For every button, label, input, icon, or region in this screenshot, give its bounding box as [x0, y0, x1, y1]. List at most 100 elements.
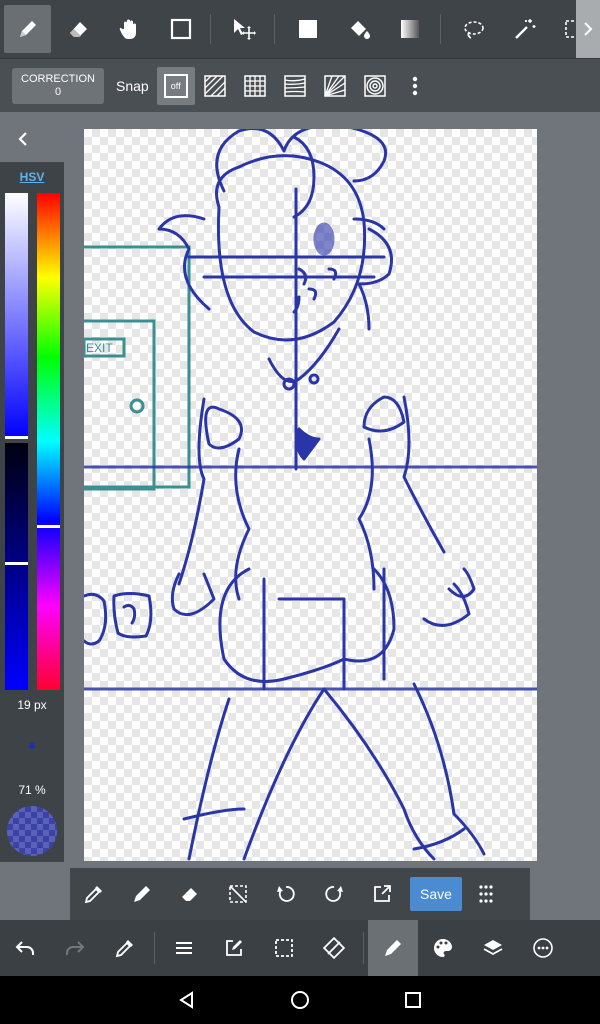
toolbar-divider — [439, 14, 441, 44]
eraser-icon — [182, 888, 197, 901]
palette-icon — [434, 939, 452, 957]
hue-slider[interactable] — [37, 193, 60, 690]
filled-rectangle-icon — [299, 20, 318, 38]
bucket-tool-button[interactable] — [336, 5, 383, 53]
hand-icon — [119, 19, 136, 39]
more-circle-icon — [533, 938, 553, 958]
snap-toolbar: CORRECTION 0 Snap off — [0, 58, 600, 112]
rotate-right-icon — [325, 886, 343, 902]
magic-wand-tool-button[interactable] — [502, 5, 549, 53]
snap-off-button[interactable]: off — [156, 66, 195, 105]
rectangle-icon — [170, 18, 191, 40]
saturation-value-slider[interactable] — [5, 193, 28, 690]
undo-icon — [15, 941, 34, 955]
toolbar-divider — [210, 14, 211, 44]
snap-label: Snap — [116, 77, 149, 94]
door-frame — [84, 245, 191, 489]
eyedropper-icon — [84, 886, 102, 904]
select-rect-icon — [275, 939, 293, 957]
rotate-left-button[interactable] — [262, 872, 310, 916]
sketch-drawing: EXIT — [84, 129, 537, 861]
saturation-marker[interactable] — [5, 436, 28, 439]
snap-grid-button[interactable] — [235, 66, 275, 106]
home-nav-button[interactable] — [276, 976, 324, 1024]
color-picker-button[interactable] — [100, 920, 150, 976]
chevron-right-icon — [584, 22, 593, 36]
recents-nav-button[interactable] — [389, 976, 437, 1024]
home-circle-icon — [290, 991, 309, 1009]
export-button[interactable] — [358, 872, 406, 916]
correction-button[interactable]: CORRECTION 0 — [12, 67, 104, 104]
menu-icon — [176, 942, 192, 954]
edit-icon — [226, 940, 242, 956]
quick-tools-bar: Save — [70, 868, 530, 920]
snap-parallel-button[interactable] — [195, 66, 235, 106]
eyedropper-icon — [115, 940, 133, 958]
snap-horizontal-button[interactable] — [275, 66, 315, 106]
back-nav-button[interactable] — [163, 976, 211, 1024]
gradient-tool-button[interactable] — [387, 5, 434, 53]
layers-button[interactable] — [468, 920, 518, 976]
eyedropper-button[interactable] — [70, 872, 118, 916]
pen-icon — [134, 886, 150, 902]
hue-marker[interactable] — [37, 525, 60, 528]
quick-eraser-button[interactable] — [166, 872, 214, 916]
more-options-button[interactable] — [518, 920, 568, 976]
drawing-canvas[interactable]: EXIT — [84, 129, 537, 861]
pen-tool-button[interactable] — [4, 5, 51, 53]
hand-tool-button[interactable] — [106, 5, 153, 53]
rotate-left-icon — [277, 886, 295, 902]
edit-button[interactable] — [209, 920, 259, 976]
snap-circle-button[interactable] — [355, 66, 395, 106]
selection-button[interactable] — [259, 920, 309, 976]
correction-label: CORRECTION — [21, 72, 95, 85]
magic-wand-icon — [515, 19, 536, 39]
back-triangle-icon — [178, 991, 193, 1009]
snap-off-label: off — [163, 73, 188, 98]
redo-button[interactable] — [50, 920, 100, 976]
quick-pen-button[interactable] — [118, 872, 166, 916]
hsv-mode-toggle[interactable]: HSV — [0, 170, 64, 184]
system-navigation-bar — [0, 976, 600, 1024]
export-icon — [374, 885, 391, 902]
rotate-right-button[interactable] — [310, 872, 358, 916]
pen-icon — [19, 21, 36, 37]
grid-icon — [243, 74, 266, 97]
move-tool-button[interactable] — [221, 5, 268, 53]
toolbar-scroll-button[interactable] — [576, 0, 600, 58]
deselect-icon — [229, 885, 247, 903]
lasso-icon — [464, 21, 485, 39]
brush-size-label[interactable]: 19 px — [0, 698, 64, 712]
collapse-panel-button[interactable] — [8, 126, 38, 152]
current-color-swatch[interactable] — [7, 806, 57, 856]
snap-more-button[interactable] — [395, 66, 435, 106]
top-toolbar — [0, 0, 600, 58]
concentric-circle-icon — [363, 74, 386, 97]
deselect-button[interactable] — [214, 872, 262, 916]
bar-divider — [363, 932, 364, 964]
undo-button[interactable] — [0, 920, 50, 976]
value-marker[interactable] — [5, 562, 28, 565]
exit-text: EXIT — [86, 341, 113, 355]
redo-icon — [66, 941, 85, 955]
chevron-left-icon — [18, 132, 27, 146]
transform-button[interactable] — [309, 920, 359, 976]
main-bottom-bar — [0, 920, 600, 976]
perspective-lines-icon — [283, 74, 306, 97]
snap-radial-button[interactable] — [315, 66, 355, 106]
brush-size-preview — [29, 743, 35, 749]
color-palette-button[interactable] — [418, 920, 468, 976]
lasso-tool-button[interactable] — [451, 5, 498, 53]
recents-square-icon — [405, 992, 422, 1008]
brush-button[interactable] — [368, 920, 418, 976]
eraser-tool-button[interactable] — [55, 5, 102, 53]
fill-rect-tool-button[interactable] — [285, 5, 332, 53]
correction-value: 0 — [54, 85, 62, 98]
eraser-icon — [69, 22, 87, 37]
save-button[interactable]: Save — [410, 877, 462, 911]
radial-lines-icon — [323, 74, 346, 97]
drag-handle[interactable] — [462, 872, 510, 916]
opacity-label[interactable]: 71 % — [0, 783, 64, 797]
rectangle-tool-button[interactable] — [157, 5, 204, 53]
menu-button[interactable] — [159, 920, 209, 976]
